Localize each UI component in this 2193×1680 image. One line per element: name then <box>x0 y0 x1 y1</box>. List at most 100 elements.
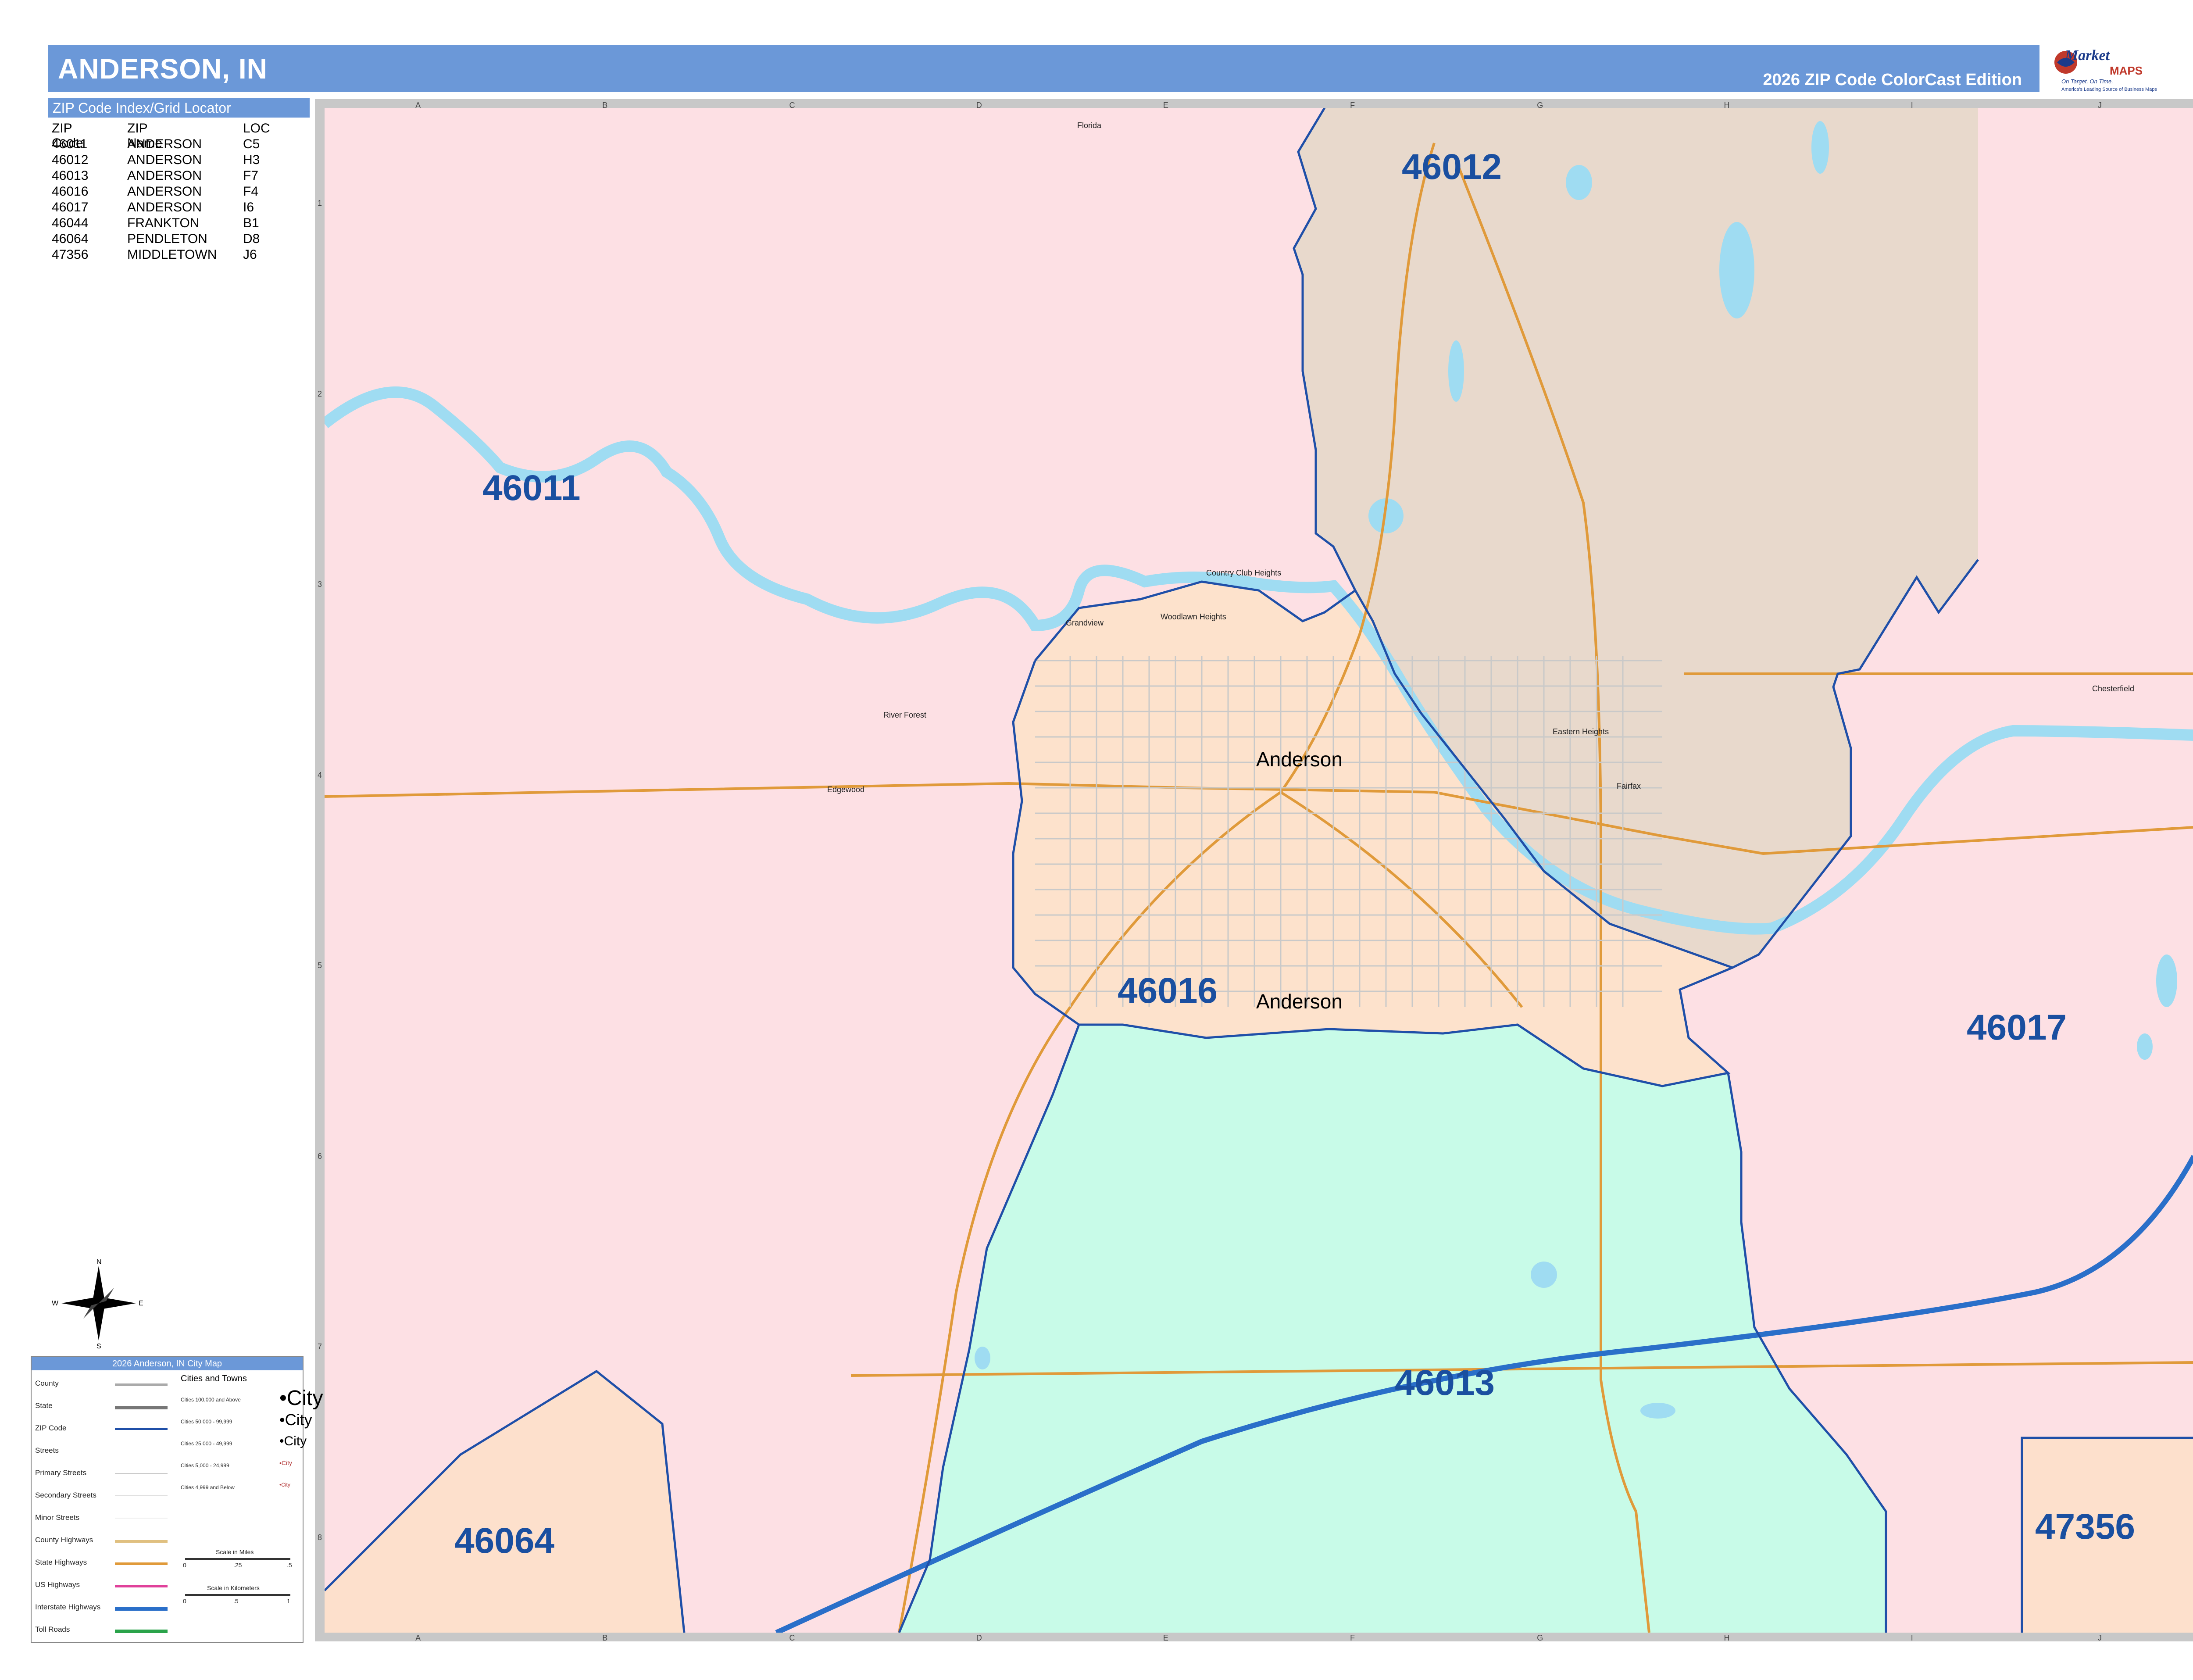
market-maps-logo: Market MAPS On Target. On Time. America'… <box>2053 45 2158 96</box>
zip-map[interactable]: 46012 46011 46016 46017 46013 46064 4735… <box>325 108 2193 1633</box>
legend-line-swatch <box>115 1585 168 1587</box>
scale-miles-tick-2: .5 <box>287 1562 292 1569</box>
legend-line-swatch <box>115 1383 168 1386</box>
compass-e: E <box>139 1300 143 1307</box>
legend-item-label: County Highways <box>35 1536 93 1544</box>
place-edgewood: Edgewood <box>827 785 865 794</box>
legend-city-sample: •City <box>279 1387 323 1410</box>
logo-subtitle: America's Leading Source of Business Map… <box>2061 87 2157 92</box>
legend-cities-heading: Cities and Towns <box>181 1374 247 1383</box>
map-legend: 2026 Anderson, IN City Map County State ZI… <box>31 1356 323 1643</box>
place-river-forest: River Forest <box>883 711 927 719</box>
legend-population-tier: Cities 100,000 and Above <box>181 1397 241 1403</box>
legend-line-swatch <box>115 1562 168 1565</box>
zip-label-46012: 46012 <box>1402 147 1502 187</box>
compass-s: S <box>96 1343 101 1349</box>
legend-heading: 2026 Anderson, IN City Map <box>32 1357 303 1370</box>
title-bar: ANDERSON, IN 2026 ZIP Code ColorCast Edi… <box>48 45 2039 92</box>
index-loc: I6 <box>243 200 254 214</box>
zip-index-heading: ZIP Code Index/Grid Locator <box>48 98 310 118</box>
legend-item-label: ZIP Code <box>35 1424 67 1432</box>
index-loc: B1 <box>243 216 259 230</box>
grid-row-label: 1 <box>318 199 322 208</box>
index-zip-code: 46016 <box>52 184 89 199</box>
grid-column-label: J <box>2097 1634 2102 1642</box>
grid-column-label: E <box>1163 1634 1168 1642</box>
legend-city-sample: •City <box>279 1482 290 1488</box>
index-loc: F7 <box>243 168 259 183</box>
index-zip-name: ANDERSON <box>127 153 202 167</box>
legend-item-label: State <box>35 1401 53 1410</box>
grid-column-label: F <box>1350 1634 1355 1642</box>
zip-label-47356: 47356 <box>2035 1507 2136 1547</box>
index-zip-name: ANDERSON <box>127 137 202 151</box>
index-zip-code: 46044 <box>52 216 89 230</box>
index-zip-name: PENDLETON <box>127 232 207 246</box>
legend-population-tier: Cities 50,000 - 99,999 <box>181 1419 232 1425</box>
zip-label-46013: 46013 <box>1395 1363 1495 1403</box>
place-fairfax: Fairfax <box>1617 782 1641 790</box>
legend-line-swatch <box>115 1473 168 1474</box>
legend-city-sample: •City <box>279 1459 293 1466</box>
legend-city-sample: •City <box>279 1411 312 1429</box>
grid-column-label: I <box>1911 1634 1913 1642</box>
legend-line-swatch <box>115 1518 168 1519</box>
legend-population-tier: Cities 25,000 - 49,999 <box>181 1441 232 1447</box>
scale-miles-title: Scale in Miles <box>216 1548 254 1555</box>
scale-miles-tick-0: 0 <box>183 1562 186 1569</box>
legend-item-label: Interstate Highways <box>35 1603 101 1611</box>
zip-label-46011: 46011 <box>482 468 581 508</box>
index-loc: C5 <box>243 137 260 151</box>
scale-km-tick-1: .5 <box>233 1598 239 1605</box>
legend-item-label: Secondary Streets <box>35 1491 96 1499</box>
zip-label-46016: 46016 <box>1118 971 1218 1011</box>
map-canvas <box>325 108 2193 1633</box>
scale-km-tick-2: 1 <box>287 1598 290 1605</box>
compass-n: N <box>96 1258 102 1266</box>
legend-line-swatch <box>115 1495 168 1496</box>
index-loc: D8 <box>243 232 260 246</box>
legend-item-label: Streets <box>35 1446 59 1455</box>
grid-row-label: 3 <box>318 580 322 589</box>
scale-km-bar <box>185 1594 290 1596</box>
col-loc: LOC <box>243 121 270 136</box>
index-zip-name: ANDERSON <box>127 168 202 183</box>
place-chesterfield: Chesterfield <box>2092 684 2135 693</box>
legend-line-swatch <box>115 1406 168 1409</box>
index-zip-code: 46017 <box>52 200 89 214</box>
grid-column-label: A <box>415 1634 421 1642</box>
compass-icon: N S W E <box>52 1258 143 1350</box>
place-woodlawn-heights: Woodlawn Heights <box>1161 612 1226 621</box>
logo-maps: MAPS <box>2110 64 2143 77</box>
grid-row-label: 6 <box>318 1151 322 1161</box>
grid-row-label: 2 <box>318 389 322 398</box>
grid-column-label: C <box>789 1634 795 1642</box>
grid-row-label: 7 <box>318 1342 322 1351</box>
map-title: ANDERSON, IN <box>58 53 268 85</box>
place-eastern-heights: Eastern Heights <box>1553 727 1609 736</box>
legend-population-tier: Cities 5,000 - 24,999 <box>181 1462 229 1469</box>
scale-km-tick-0: 0 <box>183 1598 186 1605</box>
legend-city-sample: •City <box>279 1434 307 1448</box>
grid-row-label: 8 <box>318 1533 322 1542</box>
grid-column-label: H <box>1724 1634 1730 1642</box>
index-zip-code: 47356 <box>52 247 89 262</box>
city-label-anderson: Anderson <box>1256 748 1343 771</box>
place-country-club-heights: Country Club Heights <box>1206 568 1282 577</box>
legend-item-label: Toll Roads <box>35 1625 70 1634</box>
grid-column-label: B <box>602 1634 608 1642</box>
legend-line-swatch <box>115 1607 168 1611</box>
index-zip-code: 46011 <box>52 137 88 151</box>
legend-line-swatch <box>115 1540 168 1543</box>
index-zip-code: 46012 <box>52 153 89 167</box>
logo-tagline: On Target. On Time. <box>2061 78 2113 85</box>
scale-miles-bar <box>185 1558 290 1560</box>
grid-row-label: 4 <box>318 770 322 779</box>
edition-label: 2026 ZIP Code ColorCast Edition <box>1763 71 2022 89</box>
legend-item-label: Primary Streets <box>35 1469 87 1477</box>
index-loc: H3 <box>243 153 260 167</box>
index-zip-name: FRANKTON <box>127 216 200 230</box>
grid-row-label: 5 <box>318 961 322 970</box>
legend-item-label: Minor Streets <box>35 1513 80 1522</box>
place-florida: Florida <box>1077 121 1102 130</box>
